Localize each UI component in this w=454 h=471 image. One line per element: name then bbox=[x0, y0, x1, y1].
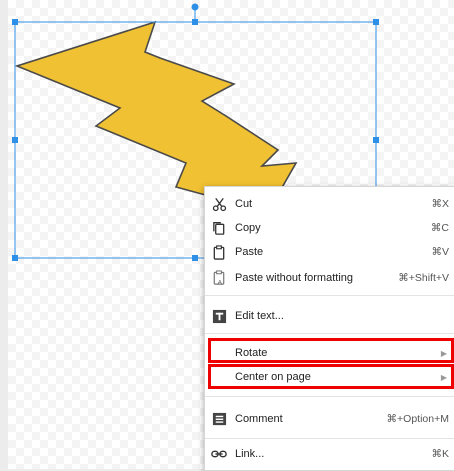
paste-icon bbox=[211, 244, 227, 260]
menu-item-label: Link... bbox=[235, 448, 265, 460]
link-icon bbox=[211, 446, 227, 462]
resize-handle-left[interactable] bbox=[12, 137, 18, 143]
resize-handle-bottom-left[interactable] bbox=[12, 255, 18, 261]
submenu-arrow-icon: ▶ bbox=[440, 348, 447, 358]
context-menu: Cut ⌘X Copy ⌘C Paste ⌘V A Paste without … bbox=[204, 186, 454, 471]
menu-divider bbox=[205, 295, 454, 296]
menu-item-paste[interactable]: Paste ⌘V bbox=[205, 240, 454, 264]
menu-item-shortcut: ⌘V bbox=[431, 246, 449, 258]
menu-item-label: Copy bbox=[235, 222, 261, 234]
svg-text:A: A bbox=[218, 280, 223, 286]
scissors-icon bbox=[211, 196, 227, 212]
lightning-bolt-shape[interactable] bbox=[14, 20, 298, 213]
resize-handle-top-left[interactable] bbox=[12, 19, 18, 25]
menu-item-shortcut: ⌘+Shift+V bbox=[398, 272, 449, 284]
comment-icon bbox=[211, 411, 227, 427]
menu-item-comment[interactable]: Comment ⌘+Option+M bbox=[205, 407, 454, 431]
resize-handle-top[interactable] bbox=[192, 19, 198, 25]
menu-item-link[interactable]: Link... ⌘K bbox=[205, 442, 454, 466]
resize-handle-bottom[interactable] bbox=[192, 255, 198, 261]
rotate-handle[interactable] bbox=[191, 3, 199, 11]
menu-item-shortcut: ⌘K bbox=[431, 448, 449, 460]
menu-item-paste-without-formatting[interactable]: A Paste without formatting ⌘+Shift+V bbox=[205, 266, 454, 290]
menu-divider bbox=[205, 438, 454, 439]
menu-item-label: Cut bbox=[235, 198, 253, 210]
submenu-arrow-icon: ▶ bbox=[440, 372, 447, 382]
menu-item-label: Edit text... bbox=[235, 310, 284, 322]
menu-item-center-on-page[interactable]: Center on page ▶ bbox=[205, 365, 454, 389]
text-box-icon bbox=[211, 308, 227, 324]
menu-item-shortcut: ⌘X bbox=[431, 198, 449, 210]
copy-icon bbox=[211, 220, 227, 236]
menu-item-rotate[interactable]: Rotate ▶ bbox=[205, 341, 454, 365]
menu-item-label: Center on page bbox=[235, 371, 311, 383]
menu-item-shortcut: ⌘C bbox=[430, 222, 449, 234]
menu-item-label: Comment bbox=[235, 413, 283, 425]
paste-plain-icon: A bbox=[211, 270, 227, 286]
menu-item-label: Paste bbox=[235, 246, 264, 258]
menu-item-label: Rotate bbox=[235, 347, 268, 359]
menu-item-shortcut: ⌘+Option+M bbox=[386, 413, 449, 425]
resize-handle-top-right[interactable] bbox=[373, 19, 379, 25]
menu-item-copy[interactable]: Copy ⌘C bbox=[205, 216, 454, 240]
menu-divider bbox=[205, 333, 454, 334]
resize-handle-right[interactable] bbox=[373, 137, 379, 143]
menu-item-label: Paste without formatting bbox=[235, 272, 354, 284]
menu-item-cut[interactable]: Cut ⌘X bbox=[205, 192, 454, 216]
menu-item-edit-text[interactable]: Edit text... bbox=[205, 304, 454, 328]
menu-divider bbox=[205, 396, 454, 397]
